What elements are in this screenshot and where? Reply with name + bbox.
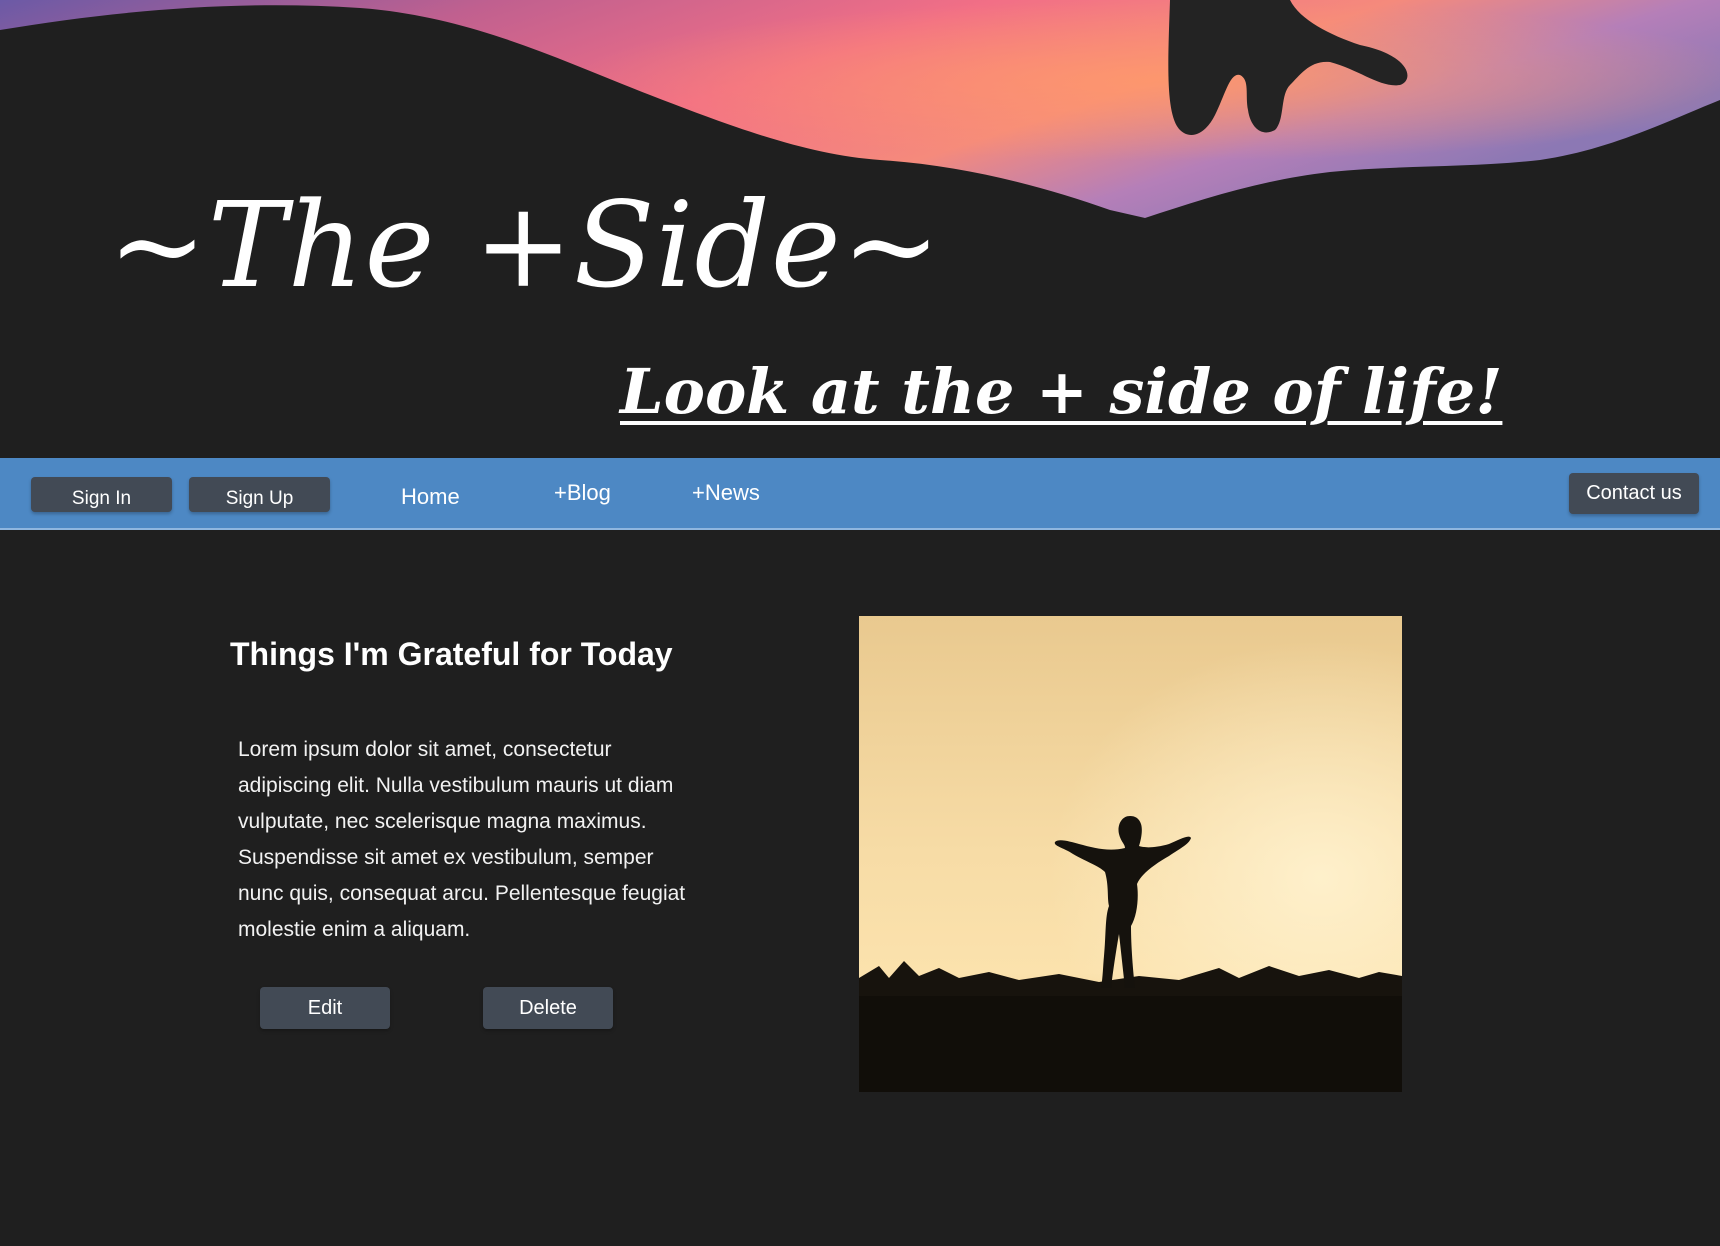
nav-link-home[interactable]: Home	[401, 484, 460, 510]
page: ~The +Side~ Look at the + side of life! …	[0, 0, 1720, 1246]
nav-link-news[interactable]: +News	[692, 480, 760, 506]
post-image	[859, 616, 1402, 1092]
hero-banner: ~The +Side~ Look at the + side of life!	[0, 0, 1720, 458]
sign-up-button[interactable]: Sign Up	[189, 477, 330, 512]
top-navigation-bar: Sign In Sign Up Home +Blog +News Contact…	[0, 458, 1720, 530]
edit-post-button[interactable]: Edit	[260, 987, 390, 1029]
person-silhouette-photo-icon	[859, 616, 1402, 1092]
delete-post-button[interactable]: Delete	[483, 987, 613, 1029]
contact-us-button[interactable]: Contact us	[1569, 473, 1699, 514]
post-title: Things I'm Grateful for Today	[230, 636, 673, 672]
sign-in-button[interactable]: Sign In	[31, 477, 172, 512]
site-tagline: Look at the + side of life!	[620, 355, 1503, 428]
site-title: ~The +Side~	[108, 176, 942, 314]
post-body: Lorem ipsum dolor sit amet, consectetur …	[238, 738, 686, 941]
nav-link-blog[interactable]: +Blog	[554, 480, 611, 506]
